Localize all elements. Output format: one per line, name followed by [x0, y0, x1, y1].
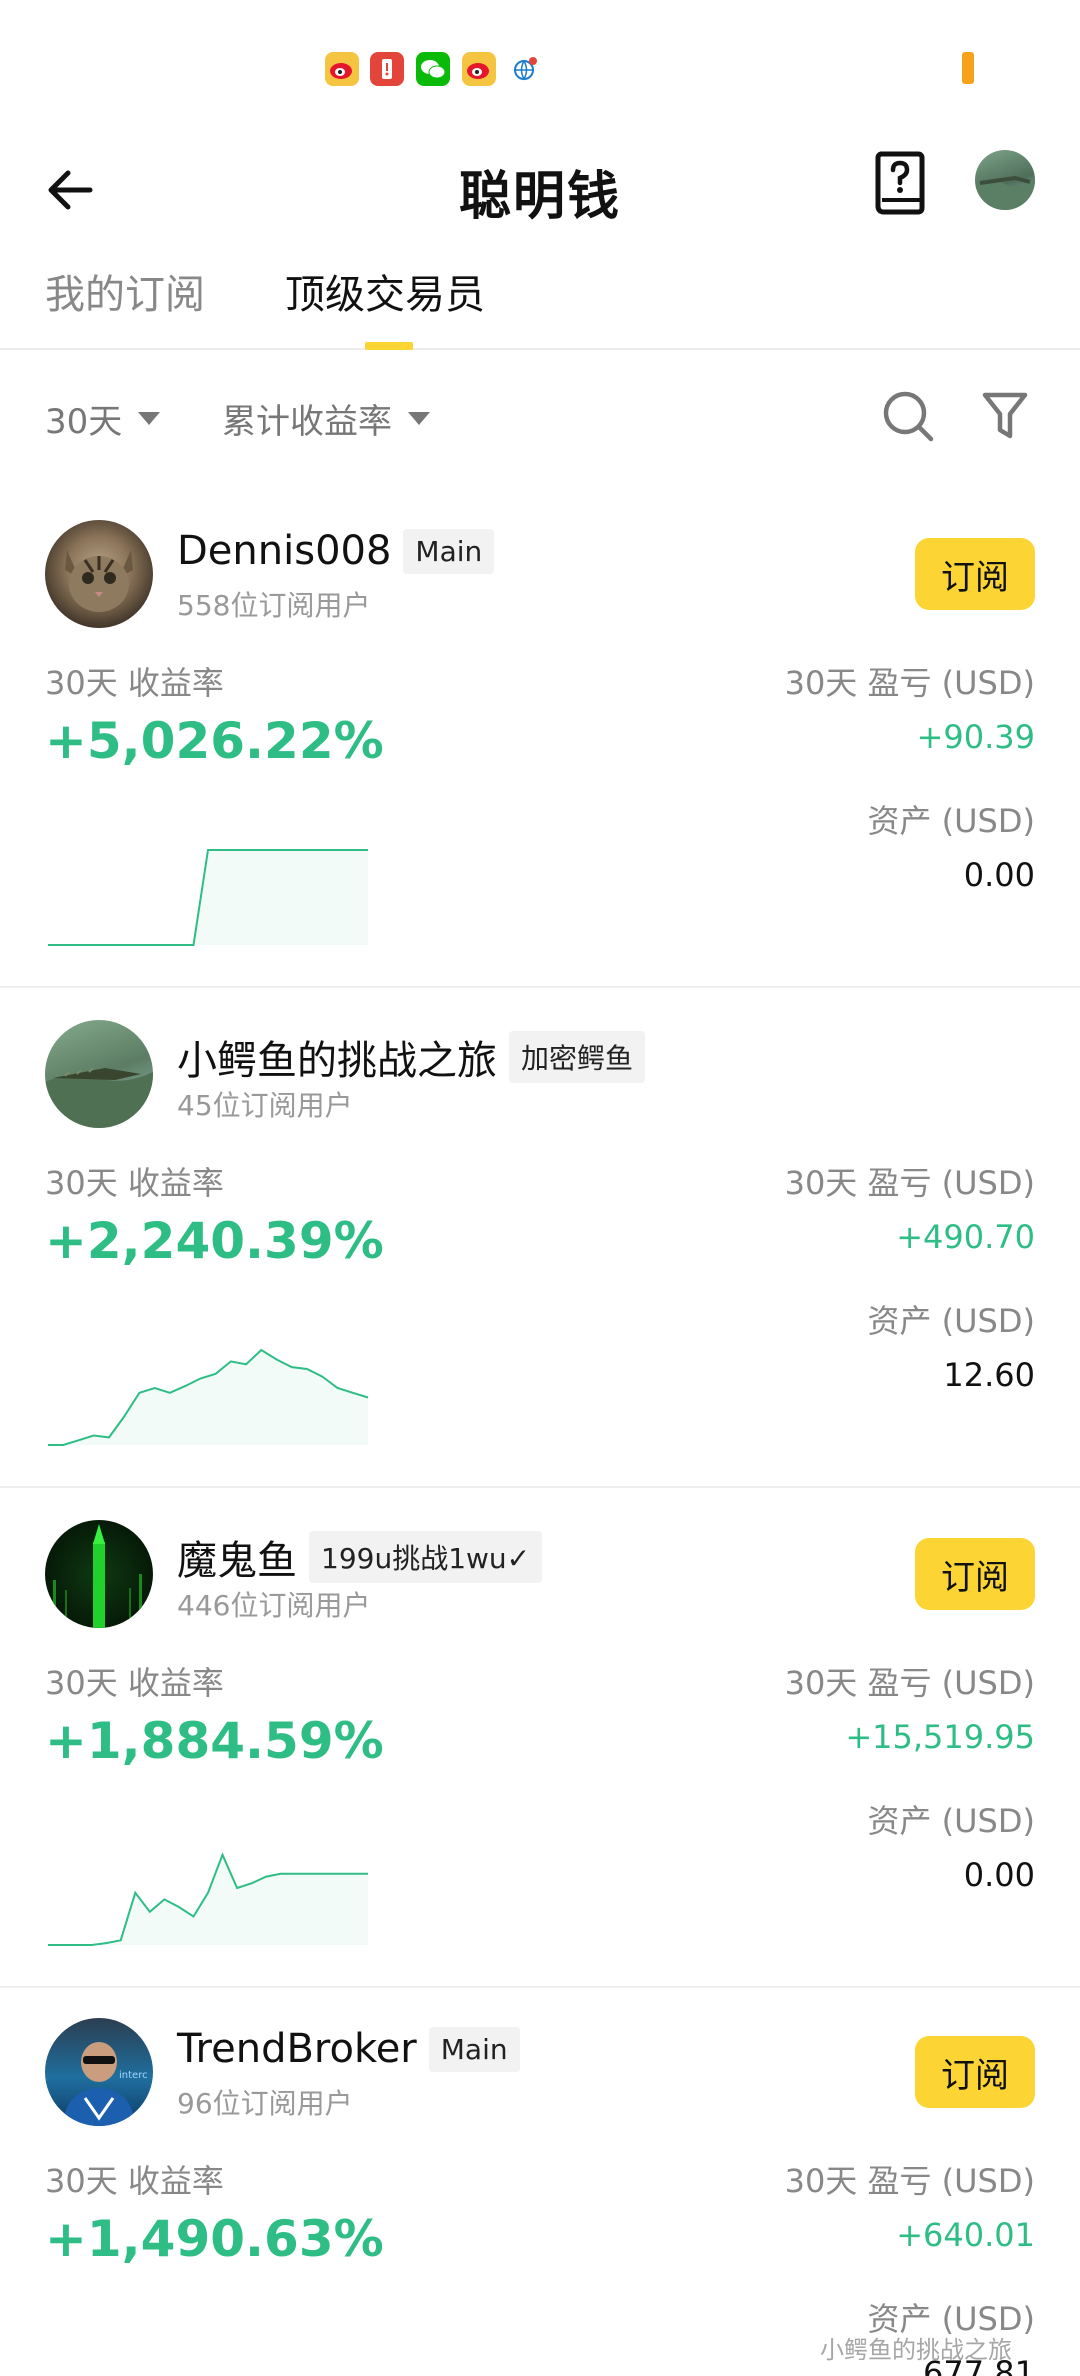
trader-card[interactable]: 魔鬼鱼 199u挑战1wu✓ 446位订阅用户 订阅 30天 收益率 +1,88…: [0, 1490, 1080, 1988]
trader-name: Dennis008: [177, 528, 392, 574]
caret-down-icon: [138, 412, 161, 425]
trader-name-row: 小鳄鱼的挑战之旅 加密鳄鱼: [177, 1028, 646, 1086]
pnl-value: +90.39: [916, 718, 1035, 756]
filter-button[interactable]: [980, 388, 1030, 444]
roi-label: 30天 收益率: [45, 1164, 224, 1202]
trader-name-row: Dennis008 Main: [177, 528, 495, 574]
assets-value: 0.00: [963, 1856, 1035, 1894]
subscriber-count: 96位订阅用户: [177, 2087, 353, 2120]
battery-indicator: [962, 52, 974, 84]
roi-value: +2,240.39%: [45, 1212, 384, 1270]
user-avatar[interactable]: [975, 150, 1035, 210]
trader-name-row: TrendBroker Main: [177, 2026, 520, 2072]
pnl-label: 30天 盈亏 (USD): [784, 1164, 1035, 1202]
pnl-value: +490.70: [896, 1218, 1035, 1256]
assets-value: 0.00: [963, 856, 1035, 894]
sort-filter[interactable]: 累计收益率: [222, 394, 430, 443]
trader-name-row: 魔鬼鱼 199u挑战1wu✓: [177, 1528, 543, 1586]
period-filter[interactable]: 30天: [45, 394, 161, 443]
roi-label: 30天 收益率: [45, 1664, 224, 1702]
search-button[interactable]: [880, 388, 936, 444]
active-tab-indicator: [365, 342, 413, 350]
sparkline-area: [48, 1854, 368, 1945]
pnl-value: +640.01: [896, 2216, 1035, 2254]
roi-sparkline: [48, 1348, 369, 1446]
trader-tag: Main: [428, 2026, 520, 2072]
svg-text:interc: interc: [119, 2070, 148, 2081]
funnel-icon: [982, 392, 1028, 439]
tab-my-subscriptions[interactable]: 我的订阅: [45, 262, 205, 320]
help-book-icon: [875, 151, 925, 215]
trader-card[interactable]: Dennis008 Main 558位订阅用户 订阅 30天 收益率 +5,02…: [0, 490, 1080, 988]
roi-sparkline: [48, 849, 368, 946]
roi-label: 30天 收益率: [45, 664, 224, 702]
pnl-value: +15,519.95: [845, 1718, 1035, 1756]
roi-value: +1,490.63%: [45, 2210, 384, 2268]
help-guide-button[interactable]: [872, 150, 928, 216]
roi-sparkline: [48, 1852, 368, 1946]
trader-avatar: [45, 1020, 153, 1128]
sparkline-area: [48, 850, 368, 945]
assets-label: 资产 (USD): [867, 1802, 1035, 1840]
caret-down-icon: [408, 412, 430, 425]
trader-card[interactable]: 小鳄鱼的挑战之旅 加密鳄鱼 45位订阅用户 30天 收益率 +2,240.39%…: [0, 990, 1080, 1488]
assets-label: 资产 (USD): [867, 802, 1035, 840]
roi-label: 30天 收益率: [45, 2162, 224, 2200]
trader-tag: Main: [403, 528, 495, 574]
status-bar: [0, 0, 1080, 130]
watermark: 小鳄鱼的挑战之旅: [820, 2336, 1012, 2364]
alert-app-icon: [370, 52, 404, 86]
trader-avatar: interc: [45, 2018, 153, 2126]
pnl-label: 30天 盈亏 (USD): [784, 2162, 1035, 2200]
subscriber-count: 45位订阅用户: [177, 1089, 353, 1122]
subscriber-count: 558位订阅用户: [177, 589, 371, 622]
trader-tag: 199u挑战1wu✓: [309, 1531, 543, 1583]
trader-tag: 加密鳄鱼: [509, 1031, 646, 1083]
filter-bar: 30天 累计收益率: [0, 380, 1080, 450]
roi-value: +5,026.22%: [45, 712, 384, 770]
subscribe-button[interactable]: 订阅: [915, 1538, 1035, 1610]
roi-value: +1,884.59%: [45, 1712, 384, 1770]
subscriber-count: 446位订阅用户: [177, 1589, 371, 1622]
trader-avatar: [45, 520, 153, 628]
weibo-icon: [325, 52, 359, 86]
pnl-label: 30天 盈亏 (USD): [784, 664, 1035, 702]
wechat-icon: [416, 52, 450, 86]
subscribe-button[interactable]: 订阅: [915, 2036, 1035, 2108]
trader-name: TrendBroker: [177, 2026, 417, 2072]
trader-name: 小鳄鱼的挑战之旅: [177, 1038, 497, 1084]
tab-top-traders[interactable]: 顶级交易员: [285, 262, 485, 320]
weibo-icon: [462, 52, 496, 86]
app-header: 聪明钱: [0, 140, 1080, 240]
period-filter-label: 30天: [45, 402, 123, 442]
assets-label: 资产 (USD): [867, 1302, 1035, 1340]
trader-avatar: [45, 1520, 153, 1628]
sort-filter-label: 累计收益率: [222, 402, 392, 442]
search-icon: [883, 391, 934, 442]
trader-name: 魔鬼鱼: [177, 1538, 297, 1584]
pnl-label: 30天 盈亏 (USD): [784, 1664, 1035, 1702]
assets-value: 12.60: [943, 1356, 1035, 1394]
trader-card[interactable]: interc TrendBroker Main 96位订阅用户 订阅 30天 收…: [0, 1988, 1080, 2376]
subscribe-button[interactable]: 订阅: [915, 538, 1035, 610]
roi-sparkline: [48, 2318, 373, 2376]
tab-bar: 我的订阅 顶级交易员: [0, 250, 1080, 350]
sparkline-area: [48, 1350, 368, 1445]
globe-app-icon: [508, 52, 542, 86]
